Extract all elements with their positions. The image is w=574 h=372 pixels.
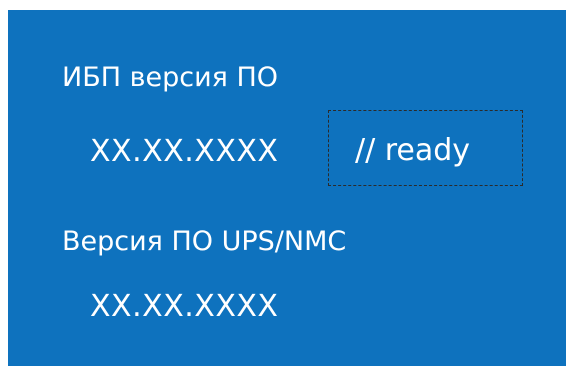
nmc-firmware-label: Версия ПО UPS/NMC bbox=[62, 226, 347, 257]
ups-firmware-version: XX.XX.XXXX bbox=[90, 134, 279, 169]
nmc-firmware-version: XX.XX.XXXX bbox=[90, 289, 279, 324]
status-indicator-box: // ready bbox=[328, 110, 523, 186]
status-text: // ready bbox=[355, 133, 471, 168]
firmware-info-panel: ИБП версия ПО XX.XX.XXXX // ready Версия… bbox=[8, 10, 566, 366]
ups-firmware-label: ИБП версия ПО bbox=[62, 62, 279, 93]
